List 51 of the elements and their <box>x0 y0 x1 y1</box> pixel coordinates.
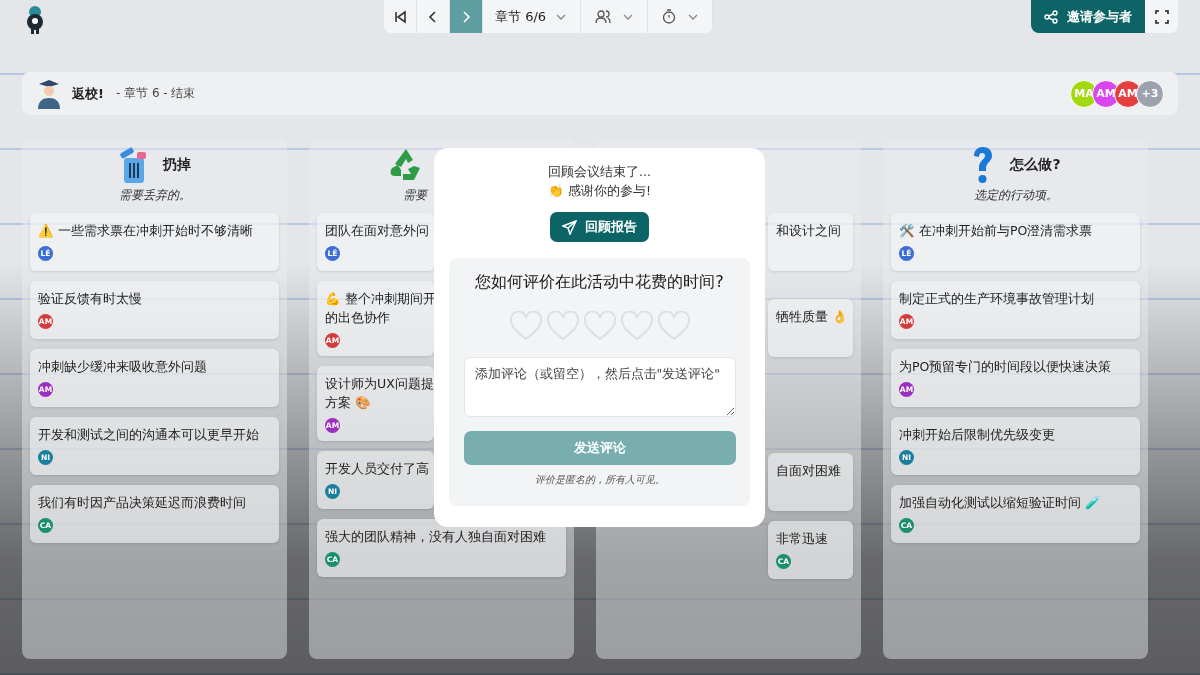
retro-card[interactable]: 自面对困难 <box>768 453 853 511</box>
fullscreen-button[interactable] <box>1145 0 1178 33</box>
first-button[interactable] <box>384 0 417 33</box>
retro-card[interactable]: 牺牲质量 👌 <box>768 299 853 357</box>
card-text: 冲刺缺少缓冲来吸收意外问题 <box>38 358 207 376</box>
thanks-message: 👏 感谢你的参与! <box>548 182 651 200</box>
card-text: 制定正式的生产环境事故管理计划 <box>899 290 1094 308</box>
anonymity-note: 评价是匿名的，所有人可见。 <box>534 473 665 487</box>
next-button[interactable] <box>450 0 483 33</box>
send-icon <box>562 219 577 235</box>
retro-report-button[interactable]: 回顾报告 <box>550 212 649 242</box>
card-text: 💪 整个冲刺期间开 的出色协作 <box>325 290 436 327</box>
card-text: 🛠 在冲刺开始前与PO澄清需求票 <box>899 222 1093 240</box>
column-subtitle: 需要丢弃的。 <box>118 187 191 204</box>
card-text: 自面对困难 <box>776 462 841 480</box>
card-text: 强大的团队精神，没有人独自面对困难 <box>325 528 546 546</box>
graduate-icon <box>36 78 62 109</box>
more-participants-badge: +3 <box>1136 79 1164 108</box>
dialog-message: 回顾会议结束了... <box>548 163 651 181</box>
card-text: 为PO预留专门的时间段以便快速决策 <box>899 358 1112 376</box>
invite-button[interactable]: 邀请参与者 <box>1031 0 1145 33</box>
stopwatch-icon <box>662 9 677 24</box>
people-icon <box>595 9 612 24</box>
card-text: 开发和测试之间的沟通本可以更早开始 <box>38 426 259 444</box>
trash-can-icon <box>118 146 149 184</box>
card-text: 冲刺开始后限制优先级变更 <box>899 426 1055 444</box>
session-subtitle: - 章节 6 - 结束 <box>115 85 196 102</box>
rating-question: 您如何评价在此活动中花费的时间? <box>475 272 724 293</box>
card-text: 团队在面对意外问 <box>325 222 429 240</box>
column-title: 扔掉 <box>162 156 191 174</box>
card-text: ⚠ 一些需求票在冲刺开始时不够清晰 <box>38 222 253 240</box>
column-subtitle: 选定的行动项。 <box>973 187 1058 204</box>
card-text: 开发人员交付了高 <box>325 460 429 478</box>
card-text: 我们有时因产品决策延迟而浪费时间 <box>38 494 246 512</box>
skip-back-icon <box>393 9 407 24</box>
chevron-down-icon <box>623 13 634 20</box>
chevron-down-icon <box>556 13 567 20</box>
card-text: 验证反馈有时太慢 <box>38 290 142 308</box>
card-text: 设计师为UX问题提 方案 🎨 <box>325 375 434 412</box>
card-text: 加强自动化测试以缩短验证时间 🧪 <box>899 494 1101 512</box>
share-icon <box>1044 9 1058 24</box>
retro-card[interactable]: 和设计之间 <box>768 213 853 271</box>
comment-field[interactable]: 添加评论（或留空），然后点击"发送评论" <box>463 357 736 417</box>
chevron-down-icon <box>688 13 699 20</box>
card-text: 牺牲质量 👌 <box>776 308 848 326</box>
fullscreen-icon <box>1154 9 1169 24</box>
card-text: 和设计之间 <box>776 222 841 240</box>
session-title: 返校! <box>72 84 104 103</box>
column-subtitle: 需要 <box>403 187 427 204</box>
card-text: 非常迅速 <box>776 530 828 548</box>
column-title: 怎么做? <box>1010 156 1061 174</box>
